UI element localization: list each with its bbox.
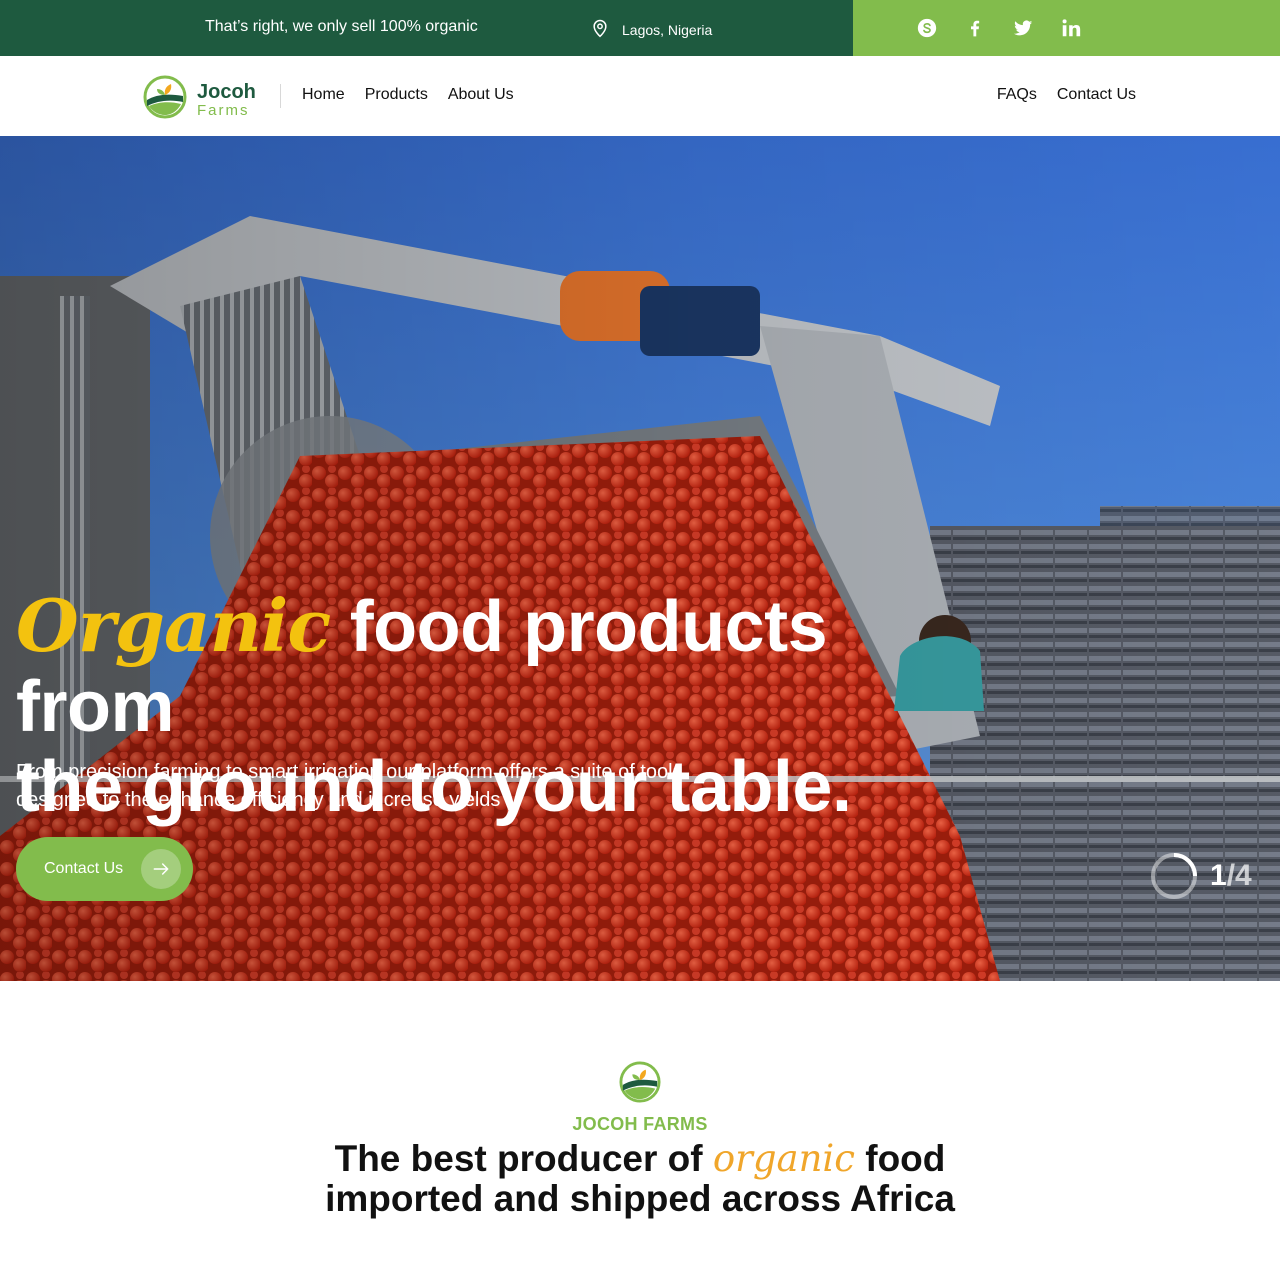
intro-heading-post: food <box>854 1138 946 1179</box>
intro-heading-line2: imported and shipped across Africa <box>325 1178 955 1219</box>
leaf-field-icon <box>619 1061 661 1108</box>
nav-primary: Home Products About Us <box>302 86 514 104</box>
linkedin-icon[interactable] <box>1059 16 1083 40</box>
top-bar-info: That’s right, we only sell 100% organic … <box>0 0 853 56</box>
twitter-icon[interactable] <box>1011 16 1035 40</box>
social-links <box>853 0 1280 56</box>
slide-total: 4 <box>1235 859 1252 892</box>
brand-name: Jocoh <box>197 80 256 103</box>
slide-current: 1 <box>1210 859 1227 892</box>
arrow-right-icon <box>141 849 181 889</box>
intro-eyebrow: JOCOH FARMS <box>572 1114 708 1134</box>
hero-overlay <box>0 136 1280 981</box>
slide-progress-ring <box>1151 853 1197 899</box>
main-nav: Jocoh Farms Home Products About Us FAQs … <box>0 56 1280 136</box>
intro-heading: The best producer of organic food importe… <box>290 1139 990 1219</box>
nav-about-us[interactable]: About Us <box>448 86 514 104</box>
nav-secondary: FAQs Contact Us <box>997 86 1136 104</box>
brand-logo[interactable]: Jocoh Farms <box>143 75 256 124</box>
slide-separator: / <box>1226 859 1236 892</box>
brand-sub: Farms <box>197 101 250 119</box>
skype-icon[interactable] <box>915 16 939 40</box>
hero-title-accent: Organic <box>16 583 331 668</box>
hero-slider: Organic food products from the ground to … <box>0 136 1280 981</box>
nav-faqs[interactable]: FAQs <box>997 86 1037 104</box>
hero-contact-button[interactable]: Contact Us <box>16 837 193 901</box>
hero-subtitle: From precision farming to smart irrigati… <box>16 761 683 811</box>
tagline: That’s right, we only sell 100% organic <box>205 18 478 35</box>
brand-text: Jocoh Farms <box>197 82 256 118</box>
location-text: Lagos, Nigeria <box>622 21 713 38</box>
leaf-field-icon <box>143 75 187 124</box>
nav-contact-us[interactable]: Contact Us <box>1057 86 1136 104</box>
intro-heading-accent: organic <box>712 1137 855 1180</box>
hero-contact-label: Contact Us <box>44 860 124 877</box>
location: Lagos, Nigeria <box>590 18 712 41</box>
slide-counter: 1/4 <box>1210 859 1252 893</box>
intro-section: JOCOH FARMS The best producer of organic… <box>0 981 1280 1280</box>
slide-indicator: 1/4 <box>1150 852 1252 900</box>
nav-home[interactable]: Home <box>302 86 345 104</box>
map-pin-icon <box>590 18 610 41</box>
top-bar: That’s right, we only sell 100% organic … <box>0 0 1280 56</box>
facebook-icon[interactable] <box>963 16 987 40</box>
intro-heading-pre: The best producer of <box>334 1138 713 1179</box>
nav-divider <box>280 84 281 108</box>
nav-products[interactable]: Products <box>365 86 428 104</box>
